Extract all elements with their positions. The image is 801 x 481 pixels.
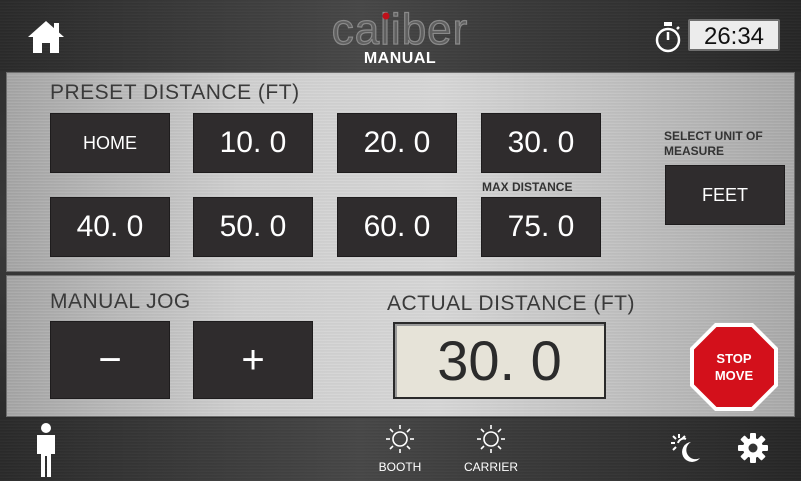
manual-jog-title: MANUAL JOG [50, 290, 191, 313]
logo-text: caliber [332, 6, 469, 54]
booth-label: BOOTH [378, 460, 422, 474]
carrier-label: CARRIER [463, 460, 518, 474]
preset-60-button[interactable]: 60. 0 [337, 197, 457, 257]
elapsed-timer: 26:34 [688, 19, 780, 51]
person-icon [37, 423, 55, 477]
operator-button[interactable] [30, 422, 62, 478]
carrier-light-button[interactable]: CARRIER [460, 424, 522, 474]
light-icon [386, 425, 414, 453]
jog-panel: MANUAL JOG − + ACTUAL DISTANCE (FT) 30. … [6, 275, 795, 417]
stopwatch-icon [652, 20, 684, 54]
preset-50-button[interactable]: 50. 0 [193, 197, 313, 257]
preset-40-button[interactable]: 40. 0 [50, 197, 170, 257]
preset-10-button[interactable]: 10. 0 [193, 113, 313, 173]
booth-light-button[interactable]: BOOTH [370, 424, 430, 474]
jog-plus-button[interactable]: + [193, 321, 313, 399]
actual-distance-display: 30. 0 [393, 322, 606, 399]
preset-distance-title: PRESET DISTANCE (FT) [50, 81, 300, 104]
stop-move-button[interactable]: STOP MOVE [688, 321, 780, 413]
unit-feet-button[interactable]: FEET [665, 165, 785, 225]
home-button[interactable] [26, 18, 66, 56]
preset-home-button[interactable]: HOME [50, 113, 170, 173]
preset-30-button[interactable]: 30. 0 [481, 113, 601, 173]
max-distance-label: MAX DISTANCE [482, 180, 573, 194]
unit-of-measure-label: SELECT UNIT OF MEASURE [664, 129, 763, 158]
settings-button[interactable] [736, 432, 770, 464]
stop-label-line1: STOP [716, 351, 752, 366]
caliber-logo: caliber [300, 4, 500, 54]
stop-label-line2: MOVE [714, 368, 754, 383]
actual-distance-title: ACTUAL DISTANCE (FT) [387, 292, 636, 315]
preset-distance-panel: PRESET DISTANCE (FT) HOME 10. 0 20. 0 30… [6, 72, 795, 272]
gear-icon [738, 433, 768, 463]
bottom-bar: BOOTH CARRIER [0, 418, 801, 481]
logo-dot [382, 12, 390, 20]
preset-75-button[interactable]: 75. 0 [481, 197, 601, 257]
stop-move-label: STOP MOVE [688, 321, 780, 413]
mode-label: MANUAL [363, 50, 437, 67]
top-bar: caliber MANUAL 26:34 [0, 0, 801, 72]
home-icon [28, 21, 64, 53]
day-night-button[interactable] [668, 432, 704, 464]
light-icon [477, 425, 505, 453]
preset-20-button[interactable]: 20. 0 [337, 113, 457, 173]
day-night-icon [671, 434, 700, 462]
jog-minus-button[interactable]: − [50, 321, 170, 399]
